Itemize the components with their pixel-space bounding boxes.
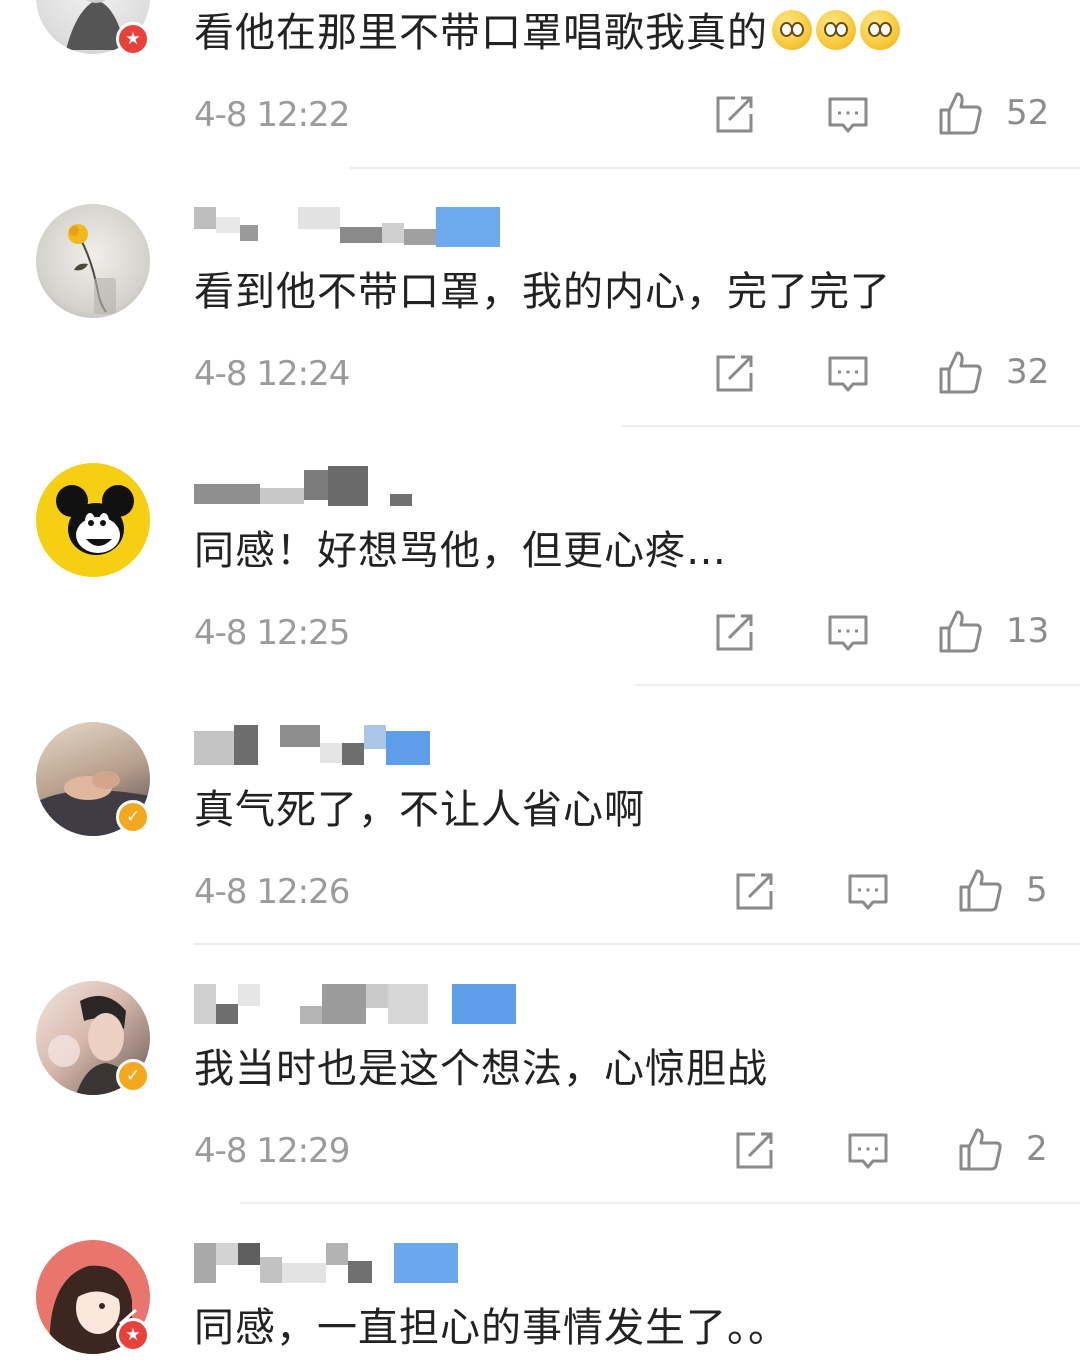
rose-avatar-image — [68, 224, 116, 314]
like-count: 32 — [1006, 352, 1050, 392]
comment-text: 看到他不带口罩，我的内心，完了完了 — [194, 269, 891, 315]
dizzy-face-emoji — [816, 10, 856, 50]
comment-text: 我当时也是这个想法，心惊胆战 — [194, 1046, 768, 1092]
comment-item: ✓ 我当时也是这个想法，心惊胆战 4-8 12:29 2 — [0, 906, 1080, 1204]
comment-text: 同感！好想骂他，但更心疼… — [194, 528, 727, 574]
avatar[interactable] — [36, 463, 150, 577]
comment-text: 看他在那里不带口罩唱歌我真的 — [194, 10, 900, 56]
username-blurred — [194, 466, 412, 510]
like-count: 52 — [1006, 93, 1050, 133]
comment-text: 真气死了，不让人省心啊 — [194, 787, 645, 833]
comment-item: 同感！好想骂他，但更心疼… 4-8 12:25 13 — [0, 388, 1080, 686]
comment-item: ★ 同感，一直担心的事情发生了。。 — [0, 1165, 1080, 1364]
username-blurred — [194, 207, 500, 251]
comment-item: ✓ 真气死了，不让人省心啊 4-8 12:26 5 — [0, 647, 1080, 945]
username-blurred — [194, 1243, 458, 1287]
username-blurred — [194, 725, 430, 769]
star-badge-icon: ★ — [116, 1318, 150, 1352]
mickey-avatar-image — [56, 485, 134, 555]
like-count: 5 — [1026, 870, 1048, 910]
dizzy-face-emoji — [860, 10, 900, 50]
username-blurred — [194, 984, 516, 1028]
dizzy-face-emoji — [772, 10, 812, 50]
verified-badge-icon: ✓ — [116, 1059, 150, 1093]
comment-text-body: 看他在那里不带口罩唱歌我真的 — [194, 10, 768, 56]
verified-badge-icon: ✓ — [116, 800, 150, 834]
star-badge-icon: ★ — [116, 22, 150, 56]
comment-item: ★ 看他在那里不带口罩唱歌我真的 4-8 12:22 52 — [0, 0, 1080, 169]
comment-text: 同感，一直担心的事情发生了。。 — [194, 1305, 789, 1351]
comment-item: 看到他不带口罩，我的内心，完了完了 4-8 12:24 32 — [0, 129, 1080, 427]
avatar[interactable] — [36, 204, 150, 318]
like-count: 2 — [1026, 1129, 1048, 1169]
like-count: 13 — [1006, 611, 1050, 651]
